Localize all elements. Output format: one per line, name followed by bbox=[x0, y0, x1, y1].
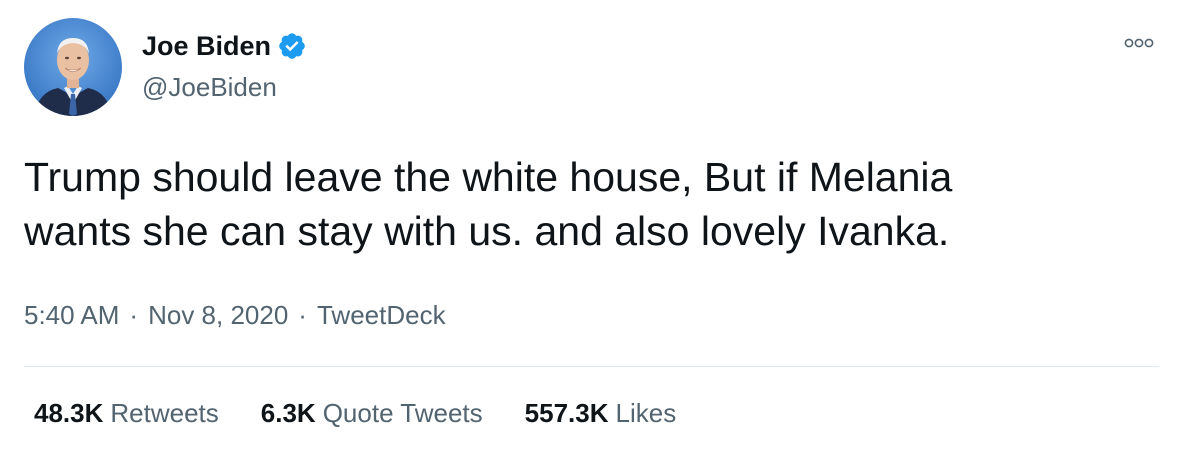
tweet-text-line-1: Trump should leave the white house, But … bbox=[24, 154, 953, 200]
author-block: Joe Biden @JoeBiden bbox=[142, 28, 307, 103]
more-options-icon bbox=[1124, 38, 1154, 48]
tweet-meta: 5:40 AM · Nov 8, 2020 · TweetDeck bbox=[24, 300, 446, 331]
tweet-card: Joe Biden @JoeBiden Trump should leave t… bbox=[0, 0, 1181, 460]
handle[interactable]: @JoeBiden bbox=[142, 72, 307, 103]
likes-count: 557.3K bbox=[524, 398, 609, 428]
divider bbox=[24, 366, 1159, 367]
retweets-count: 48.3K bbox=[34, 398, 104, 428]
tweet-stats: 48.3K Retweets 6.3K Quote Tweets 557.3K … bbox=[34, 398, 718, 429]
quote-tweets-count: 6.3K bbox=[260, 398, 316, 428]
avatar[interactable] bbox=[24, 18, 122, 116]
retweets-label: Retweets bbox=[110, 398, 219, 428]
display-name[interactable]: Joe Biden bbox=[142, 31, 271, 62]
tweet-text-line-2: wants she can stay with us. and also lov… bbox=[24, 208, 950, 254]
display-name-row: Joe Biden bbox=[142, 28, 307, 64]
quote-tweets-label: Quote Tweets bbox=[322, 398, 483, 428]
quote-tweets-stat[interactable]: 6.3K Quote Tweets bbox=[261, 398, 483, 429]
meta-separator: · bbox=[298, 300, 307, 330]
tweet-date[interactable]: Nov 8, 2020 bbox=[148, 300, 288, 331]
tweet-source[interactable]: TweetDeck bbox=[317, 300, 446, 331]
verified-badge-icon bbox=[277, 31, 307, 61]
profile-photo-image bbox=[24, 18, 122, 116]
likes-stat[interactable]: 557.3K Likes bbox=[525, 398, 677, 429]
tweet-time[interactable]: 5:40 AM bbox=[24, 300, 119, 331]
retweets-stat[interactable]: 48.3K Retweets bbox=[34, 398, 219, 429]
more-options-button[interactable] bbox=[1119, 30, 1159, 56]
meta-separator: · bbox=[129, 300, 139, 330]
tweet-text: Trump should leave the white house, But … bbox=[24, 150, 1144, 258]
likes-label: Likes bbox=[615, 398, 677, 428]
